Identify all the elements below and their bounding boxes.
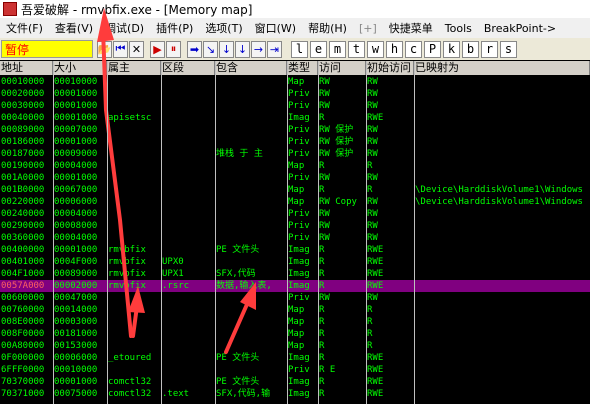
column-divider[interactable]	[318, 61, 319, 404]
column-divider[interactable]	[287, 61, 288, 404]
column-divider[interactable]	[161, 61, 162, 404]
column-divider[interactable]	[366, 61, 367, 404]
annotation-arrow-contains	[224, 282, 256, 354]
column-divider[interactable]	[414, 61, 415, 404]
column-divider[interactable]	[107, 61, 108, 404]
column-divider[interactable]	[53, 61, 54, 404]
annotation-arrows	[97, 8, 256, 354]
annotation-arrow-up	[97, 8, 133, 338]
column-divider[interactable]	[215, 61, 216, 404]
